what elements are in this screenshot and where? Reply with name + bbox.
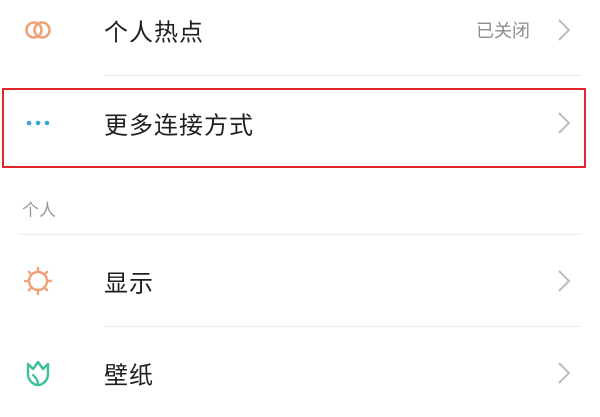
divider <box>104 75 582 76</box>
more-dots-icon <box>22 107 54 139</box>
chevron-right-icon <box>556 268 572 294</box>
divider <box>18 234 582 235</box>
settings-item-label: 更多连接方式 <box>104 111 254 140</box>
sun-icon <box>22 265 54 297</box>
status-value: 已关闭 <box>476 21 530 42</box>
chevron-right-icon <box>556 110 572 136</box>
chevron-right-icon <box>556 360 572 386</box>
settings-screen: 个人热点 已关闭 更多连接方式 个人 显示 壁纸 <box>0 0 600 417</box>
chevron-right-icon <box>556 17 572 43</box>
settings-item-wallpaper[interactable]: 壁纸 <box>0 328 600 417</box>
divider <box>104 326 582 327</box>
settings-item-hotspot[interactable]: 个人热点 已关闭 <box>0 0 600 75</box>
settings-item-display[interactable]: 显示 <box>0 236 600 326</box>
settings-item-more-connections[interactable]: 更多连接方式 <box>0 78 600 168</box>
settings-item-label: 显示 <box>104 269 154 298</box>
section-header: 个人 <box>22 201 56 221</box>
settings-item-label: 个人热点 <box>104 18 204 47</box>
settings-item-label: 壁纸 <box>104 361 154 390</box>
hotspot-icon <box>22 14 54 46</box>
tulip-icon <box>22 357 54 389</box>
